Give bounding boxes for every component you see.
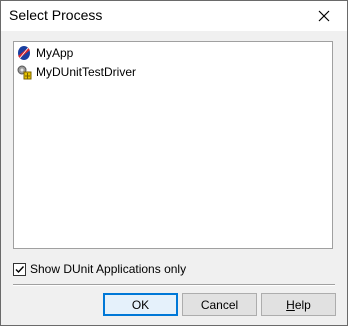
separator [13,284,335,286]
title-bar: Select Process [1,1,347,31]
ok-button[interactable]: OK [103,293,178,316]
show-dunit-only-checkbox[interactable] [13,262,26,276]
show-dunit-only-option[interactable]: Show DUnit Applications only [13,261,186,277]
close-icon [318,10,330,22]
help-rest: elp [294,297,311,312]
list-item-label: MyDUnitTestDriver [36,65,137,79]
list-item[interactable]: MyDUnitTestDriver [16,63,136,81]
dunit-test-driver-icon [17,65,32,80]
cancel-button[interactable]: Cancel [182,293,257,316]
close-button[interactable] [301,1,347,31]
help-button-label: Help [286,298,311,312]
select-process-dialog: Select Process MyApp MyDUnitTestDriver S… [0,0,348,326]
process-list[interactable]: MyApp MyDUnitTestDriver [13,41,333,249]
cancel-button-label: Cancel [200,297,239,312]
show-dunit-only-label: Show DUnit Applications only [30,262,187,276]
help-mnemonic: H [286,297,295,312]
delphi-app-icon [18,46,30,60]
dialog-title: Select Process [9,7,103,23]
list-item[interactable]: MyApp [16,44,73,62]
list-item-label: MyApp [36,46,74,60]
help-button[interactable]: Help [261,293,336,316]
ok-button-label: OK [131,297,150,312]
checkmark-icon [15,265,25,273]
